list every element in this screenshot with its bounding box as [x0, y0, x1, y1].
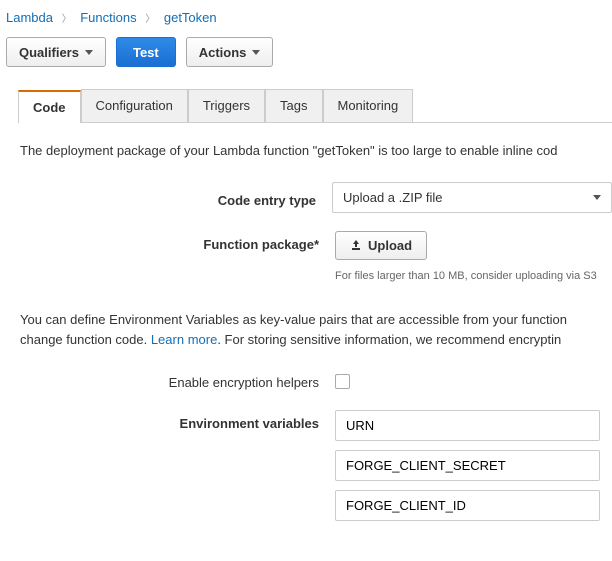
label-env-variables: Environment variables	[20, 410, 335, 431]
upload-icon	[350, 239, 362, 253]
env-desc-line2b: . For storing sensitive information, we …	[217, 332, 561, 347]
chevron-right-icon: 〉	[62, 14, 72, 25]
code-entry-type-value: Upload a .ZIP file	[343, 190, 442, 205]
label-function-package: Function package*	[20, 231, 335, 252]
env-var-input-1[interactable]	[335, 450, 600, 481]
env-vars-description: You can define Environment Variables as …	[20, 310, 612, 349]
env-var-input-0[interactable]	[335, 410, 600, 441]
row-code-entry-type: Code entry type Upload a .ZIP file	[20, 182, 612, 213]
row-env-variables: Environment variables	[20, 410, 612, 530]
chevron-down-icon	[593, 195, 601, 200]
enable-encryption-checkbox[interactable]	[335, 374, 350, 389]
upload-button-label: Upload	[368, 238, 412, 253]
chevron-right-icon: 〉	[145, 14, 155, 25]
page-container: Lambda 〉 Functions 〉 getToken Qualifiers…	[0, 0, 612, 530]
env-desc-line2a: change function code.	[20, 332, 151, 347]
tab-triggers[interactable]: Triggers	[188, 89, 265, 122]
qualifiers-button[interactable]: Qualifiers	[6, 37, 106, 67]
qualifiers-label: Qualifiers	[19, 45, 79, 60]
tab-configuration[interactable]: Configuration	[81, 89, 188, 122]
breadcrumb: Lambda 〉 Functions 〉 getToken	[6, 10, 612, 25]
breadcrumb-functions[interactable]: Functions	[80, 10, 136, 25]
learn-more-link[interactable]: Learn more	[151, 332, 217, 347]
env-var-input-2[interactable]	[335, 490, 600, 521]
tab-code[interactable]: Code	[18, 90, 81, 123]
upload-button[interactable]: Upload	[335, 231, 427, 260]
actions-label: Actions	[199, 45, 247, 60]
env-desc-line1: You can define Environment Variables as …	[20, 312, 567, 327]
upload-help-text: For files larger than 10 MB, consider up…	[335, 270, 612, 282]
tab-monitoring[interactable]: Monitoring	[323, 89, 414, 122]
label-enable-encryption: Enable encryption helpers	[20, 369, 335, 390]
test-label: Test	[133, 45, 159, 60]
row-enable-encryption: Enable encryption helpers	[20, 367, 612, 392]
package-size-notice: The deployment package of your Lambda fu…	[20, 143, 612, 158]
label-code-entry-type: Code entry type	[20, 187, 332, 208]
code-entry-type-select[interactable]: Upload a .ZIP file	[332, 182, 612, 213]
chevron-down-icon	[252, 50, 260, 55]
tab-bar: Code Configuration Triggers Tags Monitor…	[18, 89, 612, 123]
breadcrumb-current: getToken	[164, 10, 217, 25]
toolbar: Qualifiers Test Actions	[6, 37, 612, 67]
breadcrumb-root[interactable]: Lambda	[6, 10, 53, 25]
chevron-down-icon	[85, 50, 93, 55]
actions-button[interactable]: Actions	[186, 37, 274, 67]
tab-tags[interactable]: Tags	[265, 89, 322, 122]
row-function-package: Function package* Upload For files large…	[20, 231, 612, 282]
test-button[interactable]: Test	[116, 37, 176, 67]
code-panel: The deployment package of your Lambda fu…	[6, 123, 612, 530]
